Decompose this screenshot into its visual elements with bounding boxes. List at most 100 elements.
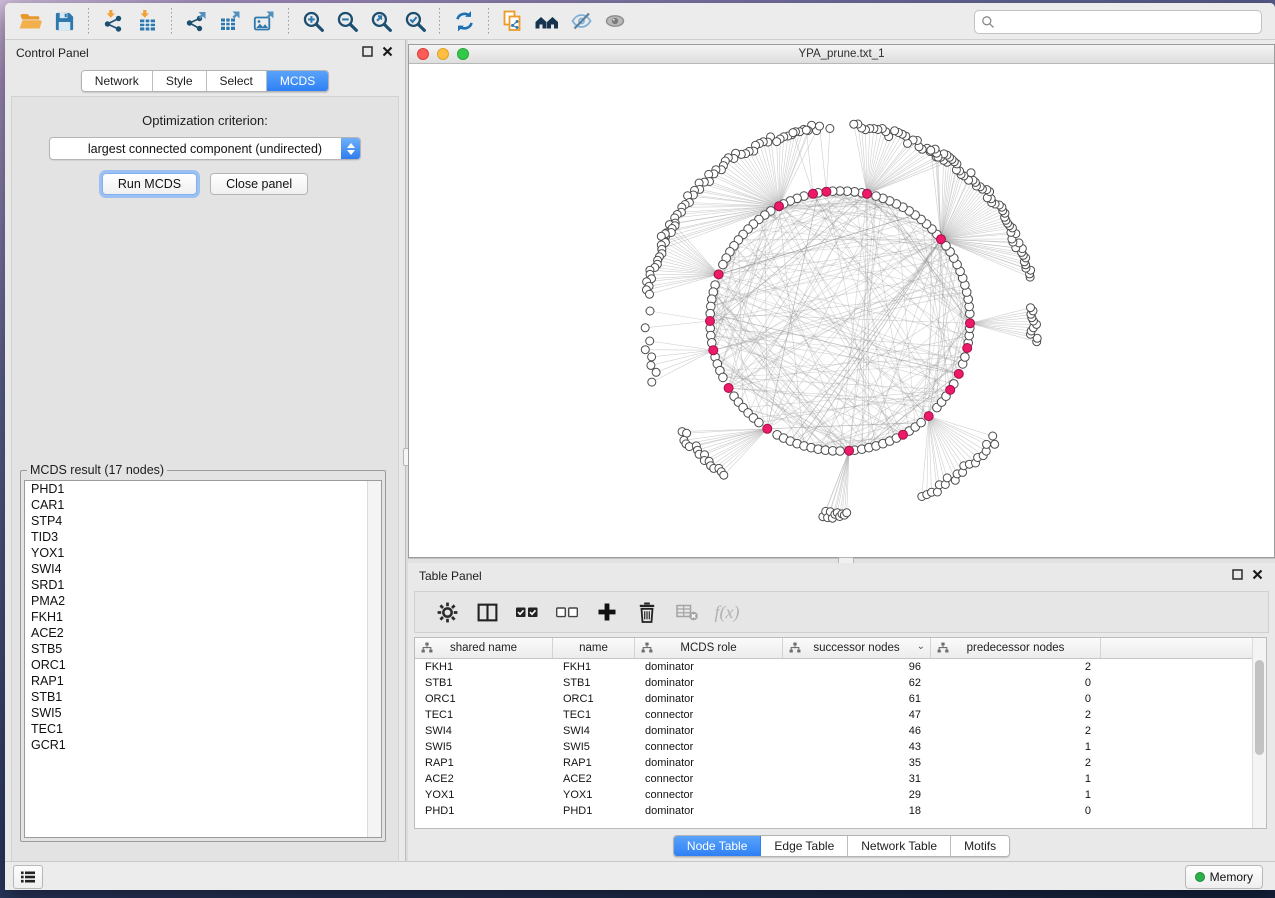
close-panel-button[interactable]: Close panel	[210, 173, 308, 195]
mcds-result-item[interactable]: FKH1	[25, 609, 381, 625]
tab-node-table[interactable]: Node Table	[674, 836, 762, 856]
minimize-window-icon[interactable]	[437, 48, 449, 60]
table-row[interactable]: STB1STB1dominator620	[415, 675, 1266, 691]
fit-content-button[interactable]	[364, 6, 398, 36]
zoom-selected-button[interactable]	[398, 6, 432, 36]
close-panel-icon[interactable]	[382, 46, 393, 57]
duplicate-network-button[interactable]	[496, 6, 530, 36]
table-row[interactable]: YOX1YOX1connector291	[415, 787, 1266, 803]
first-neighbors-button[interactable]	[530, 6, 564, 36]
mcds-result-item[interactable]: ACE2	[25, 625, 381, 641]
mcds-result-list[interactable]: PHD1CAR1STP4TID3YOX1SWI4SRD1PMA2FKH1ACE2…	[24, 480, 382, 838]
table-row[interactable]: SWI4SWI4dominator462	[415, 723, 1266, 739]
tab-select[interactable]: Select	[207, 71, 267, 91]
cell-predecessor-nodes: 1	[931, 771, 1101, 787]
column-header-name[interactable]: name	[553, 638, 635, 658]
mcds-result-item[interactable]: STP4	[25, 513, 381, 529]
tab-network-table[interactable]: Network Table	[848, 836, 951, 856]
save-session-button[interactable]	[47, 6, 81, 36]
maximize-window-icon[interactable]	[457, 48, 469, 60]
table-panel-header: Table Panel	[408, 563, 1275, 589]
import-network-button[interactable]	[96, 6, 130, 36]
mcds-result-item[interactable]: STB5	[25, 641, 381, 657]
desktop-wallpaper: Control Panel NetworkStyleSelectMCDS Opt…	[0, 0, 1275, 898]
mcds-result-item[interactable]: YOX1	[25, 545, 381, 561]
add-column-button[interactable]	[587, 595, 627, 629]
tab-edge-table[interactable]: Edge Table	[761, 836, 848, 856]
mcds-result-item[interactable]: ORC1	[25, 657, 381, 673]
show-columns-button[interactable]	[467, 595, 507, 629]
cytoscape-window: Control Panel NetworkStyleSelectMCDS Opt…	[5, 3, 1275, 890]
mcds-result-item[interactable]: SRD1	[25, 577, 381, 593]
table-panel-tabs: Node TableEdge TableNetwork TableMotifs	[673, 835, 1010, 857]
mcds-result-item[interactable]: CAR1	[25, 497, 381, 513]
mcds-result-group: MCDS result (17 nodes) PHD1CAR1STP4TID3Y…	[20, 463, 386, 842]
network-window-titlebar[interactable]: YPA_prune.txt_1	[409, 45, 1274, 64]
close-window-icon[interactable]	[417, 48, 429, 60]
zoom-out-button[interactable]	[330, 6, 364, 36]
tab-mcds[interactable]: MCDS	[267, 71, 328, 91]
show-all-button[interactable]	[598, 6, 632, 36]
toolbar-separator	[488, 8, 489, 34]
float-panel-icon[interactable]	[362, 46, 373, 57]
hide-selected-button[interactable]	[564, 6, 598, 36]
table-row[interactable]: TEC1TEC1connector472	[415, 707, 1266, 723]
deselect-all-rows-button[interactable]	[547, 595, 587, 629]
select-all-rows-button[interactable]	[507, 595, 547, 629]
tab-style[interactable]: Style	[153, 71, 207, 91]
cell-predecessor-nodes: 2	[931, 707, 1101, 723]
export-image-button[interactable]	[247, 6, 281, 36]
table-row[interactable]: RAP1RAP1dominator352	[415, 755, 1266, 771]
mcds-result-item[interactable]: TID3	[25, 529, 381, 545]
scrollbar-thumb[interactable]	[1255, 660, 1264, 755]
memory-button[interactable]: Memory	[1185, 865, 1263, 889]
criterion-selected-value: largest connected component (undirected)	[88, 142, 322, 156]
mcds-result-item[interactable]: GCR1	[25, 737, 381, 753]
mcds-result-item[interactable]: TEC1	[25, 721, 381, 737]
column-header-predecessor-nodes[interactable]: predecessor nodes	[931, 638, 1101, 658]
toolbar-separator	[439, 8, 440, 34]
mcds-result-item[interactable]: PHD1	[25, 481, 381, 497]
optimization-criterion-select[interactable]: largest connected component (undirected)	[49, 137, 361, 160]
close-panel-icon[interactable]	[1252, 569, 1263, 580]
column-settings-button[interactable]	[427, 595, 467, 629]
mcds-result-item[interactable]: SWI5	[25, 705, 381, 721]
cell-mcds-role: dominator	[635, 691, 783, 707]
zoom-in-button[interactable]	[296, 6, 330, 36]
delete-column-button[interactable]	[627, 595, 667, 629]
float-panel-icon[interactable]	[1232, 569, 1243, 580]
mcds-result-item[interactable]: RAP1	[25, 673, 381, 689]
export-network-button[interactable]	[179, 6, 213, 36]
open-file-button[interactable]	[13, 6, 47, 36]
run-mcds-button[interactable]: Run MCDS	[102, 173, 197, 195]
table-scrollbar[interactable]	[1252, 638, 1266, 828]
network-and-table-area: YPA_prune.txt_1 Table Panel	[408, 40, 1275, 862]
tab-motifs[interactable]: Motifs	[951, 836, 1009, 856]
table-row[interactable]: FKH1FKH1dominator962	[415, 659, 1266, 675]
cell-successor-nodes: 43	[783, 739, 931, 755]
cell-predecessor-nodes: 2	[931, 755, 1101, 771]
import-table-button[interactable]	[130, 6, 164, 36]
show-panels-button[interactable]	[13, 865, 43, 889]
table-row[interactable]: ACE2ACE2connector311	[415, 771, 1266, 787]
network-canvas[interactable]	[409, 63, 1269, 557]
table-row[interactable]: ORC1ORC1dominator610	[415, 691, 1266, 707]
zoom-selected-icon	[403, 9, 428, 34]
table-row[interactable]: PHD1PHD1dominator180	[415, 803, 1266, 819]
delete-table-button[interactable]	[667, 595, 707, 629]
column-header-mcds-role[interactable]: MCDS role	[635, 638, 783, 658]
tab-network[interactable]: Network	[82, 71, 153, 91]
column-header-shared-name[interactable]: shared name	[415, 638, 553, 658]
search-input[interactable]	[974, 10, 1262, 34]
function-builder-button[interactable]: f(x)	[707, 595, 747, 629]
cell-shared-name: YOX1	[415, 787, 553, 803]
mcds-result-item[interactable]: STB1	[25, 689, 381, 705]
mcds-result-item[interactable]: PMA2	[25, 593, 381, 609]
status-bar: Memory	[5, 861, 1275, 890]
mcds-list-scrollbar[interactable]	[367, 481, 381, 837]
mcds-result-item[interactable]: SWI4	[25, 561, 381, 577]
refresh-view-button[interactable]	[447, 6, 481, 36]
column-header-successor-nodes[interactable]: successor nodes⌄	[783, 638, 931, 658]
export-table-button[interactable]	[213, 6, 247, 36]
table-row[interactable]: SWI5SWI5connector431	[415, 739, 1266, 755]
